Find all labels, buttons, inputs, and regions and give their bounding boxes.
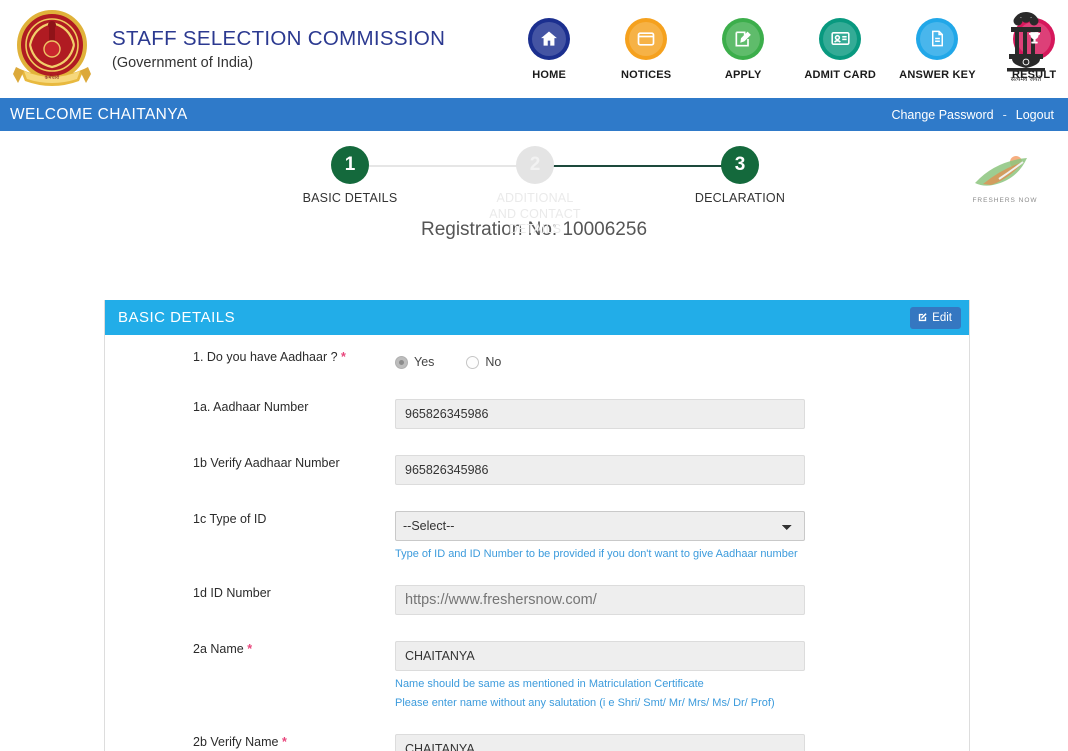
aadhaar-number-input[interactable] bbox=[395, 399, 805, 429]
nav-item-home[interactable]: HOME bbox=[511, 17, 587, 83]
step-number-3: 3 bbox=[721, 146, 759, 184]
nav-label-home: HOME bbox=[532, 68, 567, 81]
panel-body: 1. Do you have Aadhaar ? * Yes No 1a. Aa… bbox=[105, 335, 969, 751]
row-name: 2a Name * Name should be same as mention… bbox=[105, 641, 969, 712]
id-number-input[interactable] bbox=[395, 585, 805, 616]
edit-button[interactable]: Edit bbox=[910, 306, 961, 329]
site-header: कर्मचारी STAFF SELECTION COMMISSION (Gov… bbox=[0, 0, 1068, 98]
india-national-emblem-icon: सत्यमेव जयते bbox=[1007, 12, 1045, 83]
step-number-1: 1 bbox=[331, 146, 369, 184]
page-root: कर्मचारी STAFF SELECTION COMMISSION (Gov… bbox=[0, 0, 1068, 751]
label-have-aadhaar: 1. Do you have Aadhaar ? * bbox=[105, 349, 395, 365]
radio-group-have-aadhaar: Yes No bbox=[395, 349, 889, 369]
home-icon bbox=[528, 17, 571, 60]
field-aadhaar-number bbox=[395, 399, 969, 429]
field-have-aadhaar: Yes No bbox=[395, 349, 969, 369]
link-separator: - bbox=[1002, 107, 1007, 122]
ssc-emblem-icon: कर्मचारी bbox=[13, 10, 91, 86]
required-marker-q2a: * bbox=[247, 642, 253, 657]
stepper-step-additional-contact-details[interactable]: 2 ADDITIONAL AND CONTACT DETAILS bbox=[483, 146, 587, 238]
step-label-2: ADDITIONAL AND CONTACT DETAILS bbox=[489, 191, 581, 237]
panel-header: BASIC DETAILS Edit bbox=[105, 300, 969, 335]
welcome-bar: WELCOME CHAITANYA Change Password - Logo… bbox=[0, 98, 1068, 131]
panel-title: BASIC DETAILS bbox=[118, 309, 236, 326]
label-verify-name: 2b Verify Name * bbox=[105, 734, 395, 750]
label-aadhaar-number: 1a. Aadhaar Number bbox=[193, 400, 309, 414]
nav-label-apply: APPLY bbox=[724, 68, 762, 81]
org-subtitle: (Government of India) bbox=[112, 54, 254, 71]
nav-label-notices: NOTICES bbox=[621, 68, 672, 81]
apply-icon bbox=[722, 17, 765, 60]
label-type-of-id: 1c Type of ID bbox=[193, 512, 267, 526]
progress-stepper-area: 1 BASIC DETAILS 2 ADDITIONAL AND CONTACT… bbox=[0, 131, 1068, 236]
edit-button-label: Edit bbox=[932, 311, 952, 324]
nav-item-admit-card[interactable]: ADMIT CARD bbox=[802, 17, 878, 83]
label-have-aadhaar-text: 1. Do you have Aadhaar ? bbox=[193, 350, 338, 364]
logout-link[interactable]: Logout bbox=[1016, 108, 1054, 122]
answer-key-icon bbox=[916, 17, 959, 60]
nav-label-admit-card: ADMIT CARD bbox=[804, 68, 876, 81]
hint-type-of-id: Type of ID and ID Number to be provided … bbox=[395, 548, 798, 560]
verify-name-input[interactable] bbox=[395, 734, 805, 751]
step-label-3: DECLARATION bbox=[694, 191, 786, 205]
field-id-number bbox=[395, 585, 969, 616]
step-number-2: 2 bbox=[516, 146, 554, 184]
stepper-step-basic-details[interactable]: 1 BASIC DETAILS bbox=[298, 146, 402, 207]
brand-block: STAFF SELECTION COMMISSION (Government o… bbox=[112, 27, 445, 71]
freshersnow-watermark-logo: FRESHERS NOW bbox=[962, 153, 1048, 204]
freshersnow-bird-icon bbox=[975, 156, 1027, 186]
hint-name-matriculation: Name should be same as mentioned in Matr… bbox=[395, 678, 704, 691]
stepper-step-declaration[interactable]: 3 DECLARATION bbox=[688, 146, 792, 207]
account-links: Change Password - Logout bbox=[891, 108, 1054, 122]
svg-text:कर्मचारी: कर्मचारी bbox=[45, 74, 60, 81]
nav-item-apply[interactable]: APPLY bbox=[705, 17, 781, 83]
row-id-number: 1d ID Number bbox=[105, 585, 969, 619]
row-have-aadhaar: 1. Do you have Aadhaar ? * Yes No bbox=[105, 349, 969, 383]
field-name: Name should be same as mentioned in Matr… bbox=[395, 641, 969, 712]
nav-item-notices[interactable]: NOTICES bbox=[608, 17, 684, 83]
label-name: 2a Name * bbox=[105, 641, 395, 657]
row-verify-aadhaar-number: 1b Verify Aadhaar Number bbox=[105, 455, 969, 489]
admit-card-icon bbox=[819, 17, 862, 60]
hint-name-salutation: Please enter name without any salutation… bbox=[395, 697, 775, 710]
row-aadhaar-number: 1a. Aadhaar Number bbox=[105, 399, 969, 433]
required-marker-q1: * bbox=[341, 350, 346, 364]
radio-have-aadhaar-no[interactable]: No bbox=[466, 355, 501, 369]
primary-nav: HOME NOTICES APPLY ADMIT CARD ANSWER KEY… bbox=[511, 17, 1068, 83]
label-verify-name-text: 2b Verify Name bbox=[193, 735, 279, 750]
radio-label-no: No bbox=[485, 355, 502, 369]
row-type-of-id: 1c Type of ID --Select-- Type of ID and … bbox=[105, 511, 969, 563]
field-verify-name bbox=[395, 734, 969, 751]
welcome-greeting: WELCOME CHAITANYA bbox=[10, 105, 188, 123]
radio-dot-yes bbox=[395, 355, 408, 369]
pencil-square-icon bbox=[919, 313, 927, 322]
verify-aadhaar-number-input[interactable] bbox=[395, 455, 805, 485]
label-name-text: 2a Name bbox=[193, 642, 244, 657]
svg-text:सत्यमेव जयते: सत्यमेव जयते bbox=[1011, 75, 1042, 83]
label-id-number: 1d ID Number bbox=[193, 586, 271, 601]
radio-label-yes: Yes bbox=[414, 355, 435, 369]
org-title: STAFF SELECTION COMMISSION bbox=[112, 27, 446, 51]
field-type-of-id: --Select-- Type of ID and ID Number to b… bbox=[395, 511, 969, 563]
basic-details-panel: BASIC DETAILS Edit 1. Do you have Aadhaa… bbox=[104, 300, 970, 751]
row-verify-name: 2b Verify Name * bbox=[105, 734, 969, 751]
freshersnow-logo-text: FRESHERS NOW bbox=[972, 197, 1038, 204]
notice-icon bbox=[625, 17, 668, 60]
field-verify-aadhaar-number bbox=[395, 455, 969, 485]
step-label-1: BASIC DETAILS bbox=[302, 191, 398, 205]
progress-stepper: 1 BASIC DETAILS 2 ADDITIONAL AND CONTACT… bbox=[298, 146, 785, 236]
required-marker-q2b: * bbox=[281, 735, 287, 750]
nav-item-answer-key[interactable]: ANSWER KEY bbox=[899, 17, 976, 83]
change-password-link[interactable]: Change Password bbox=[891, 108, 993, 122]
label-verify-aadhaar-number: 1b Verify Aadhaar Number bbox=[193, 456, 340, 470]
type-of-id-select[interactable]: --Select-- bbox=[395, 511, 805, 541]
radio-have-aadhaar-yes[interactable]: Yes bbox=[395, 355, 434, 369]
nav-label-answer-key: ANSWER KEY bbox=[899, 68, 976, 81]
name-input[interactable] bbox=[395, 641, 805, 672]
radio-dot-no bbox=[466, 355, 480, 369]
